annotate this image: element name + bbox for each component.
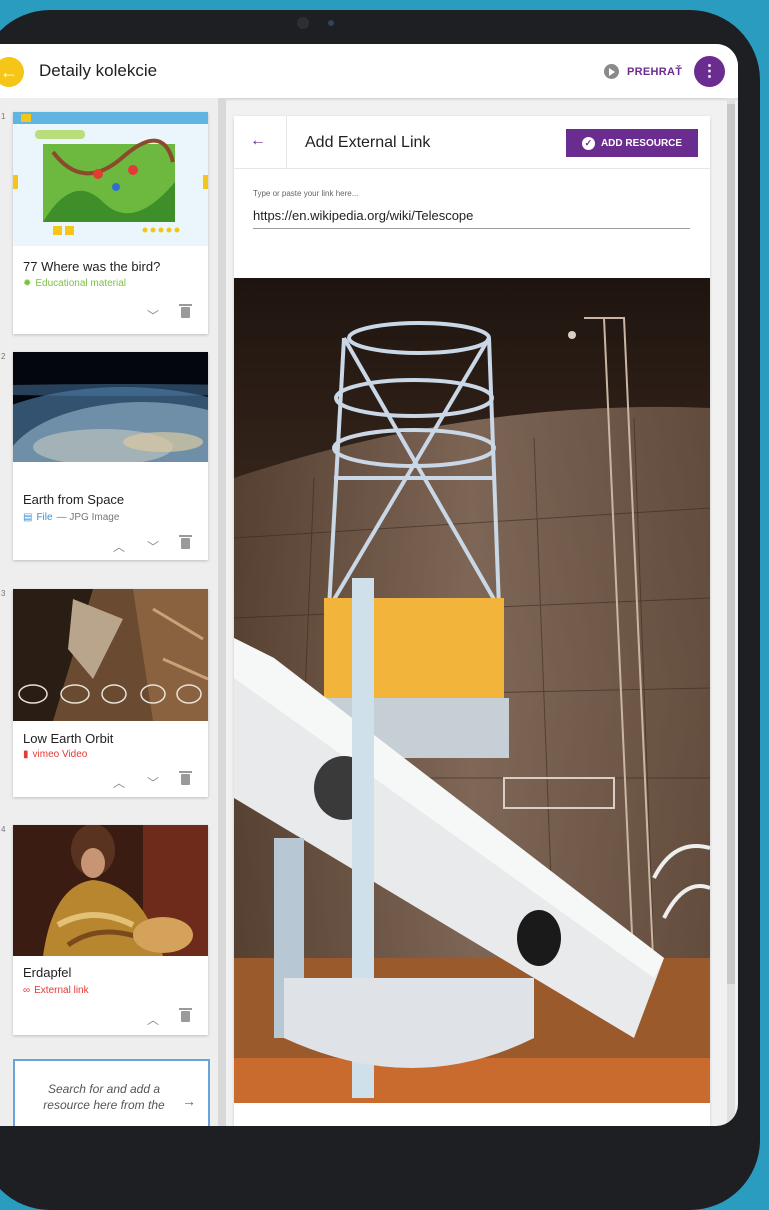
play-button[interactable]: PREHRAŤ <box>604 64 682 79</box>
card-title: 77 Where was the bird? <box>23 259 161 274</box>
puzzle-icon: ✹ <box>23 278 32 289</box>
app-screen: ← Detaily kolekcie PREHRAŤ ⋮ 1 77 Where … <box>0 44 738 1126</box>
panel-title: Add External Link <box>305 134 431 151</box>
move-up-icon[interactable]: ︿ <box>147 1011 159 1028</box>
card-thumbnail <box>13 589 208 721</box>
card-type-label: External link <box>34 985 89 996</box>
back-arrow-icon[interactable]: ← <box>0 57 24 87</box>
move-down-icon[interactable]: ﹀ <box>147 774 159 791</box>
card-type: ✹ Educational material <box>23 278 126 289</box>
collection-card-3[interactable]: 3 Low Earth Orbit ▮ vimeo Video ︿ ﹀ <box>1 589 208 797</box>
card-type: ▮ vimeo Video <box>23 749 87 760</box>
card-type: ▤ File — JPG Image <box>23 512 119 523</box>
card-title: Earth from Space <box>23 492 125 507</box>
card-number: 2 <box>1 352 6 361</box>
card-thumbnail <box>13 112 208 246</box>
add-link-panel: ← Add External Link ✓ ADD RESOURCE Type … <box>234 116 710 1126</box>
card-title: Erdapfel <box>23 965 72 980</box>
card-thumbnail <box>13 825 208 956</box>
delete-icon[interactable] <box>179 535 192 549</box>
search-resource-text: Search for and add a resource here from … <box>43 1082 165 1112</box>
delete-icon[interactable] <box>179 1008 192 1022</box>
panel-scrollbar-thumb[interactable] <box>727 104 735 984</box>
check-circle-icon: ✓ <box>581 136 595 150</box>
card-type-detail: — JPG Image <box>56 512 120 523</box>
link-input[interactable] <box>253 202 690 229</box>
card-actions: ︿ ﹀ <box>113 535 192 555</box>
camera-icon <box>297 17 309 29</box>
app-bar: ← Detaily kolekcie PREHRAŤ ⋮ <box>0 44 738 98</box>
collection-card-4[interactable]: 4 Erdapfel ∞ External link ︿ <box>1 825 208 1035</box>
card-title: Low Earth Orbit <box>23 731 114 746</box>
video-icon: ▮ <box>23 749 29 760</box>
move-down-icon[interactable]: ﹀ <box>147 307 159 324</box>
header-divider <box>286 116 287 168</box>
move-up-icon[interactable]: ︿ <box>113 538 125 555</box>
move-up-icon[interactable]: ︿ <box>113 774 125 791</box>
card-actions: ︿ ﹀ <box>113 771 192 791</box>
card-type-label: Educational material <box>35 278 126 289</box>
arrow-right-icon[interactable]: → <box>182 1093 196 1109</box>
play-label: PREHRAŤ <box>627 65 683 78</box>
link-preview-image <box>234 278 710 1103</box>
sensor-icon <box>328 20 334 26</box>
delete-icon[interactable] <box>179 304 192 318</box>
card-number: 1 <box>1 112 6 121</box>
file-icon: ▤ <box>23 512 33 523</box>
more-menu-button[interactable]: ⋮ <box>694 56 725 87</box>
card-number: 3 <box>1 589 6 598</box>
card-actions: ﹀ <box>147 304 192 324</box>
sidebar-scrollbar[interactable] <box>218 98 226 1126</box>
card-type-label: File <box>36 512 53 523</box>
link-input-label: Type or paste your link here... <box>253 189 359 198</box>
more-vert-icon: ⋮ <box>701 63 718 80</box>
add-resource-label: ADD RESOURCE <box>600 137 683 149</box>
collection-card-1[interactable]: 1 77 Where was the bird? ✹ Educational m… <box>1 112 208 334</box>
back-arrow-icon[interactable]: ← <box>250 132 266 150</box>
search-resource-card[interactable]: Search for and add a resource here from … <box>13 1059 210 1126</box>
card-type-label: vimeo Video <box>32 749 88 760</box>
card-actions: ︿ <box>147 1008 192 1028</box>
card-thumbnail <box>13 352 208 462</box>
add-resource-button[interactable]: ✓ ADD RESOURCE <box>566 129 698 157</box>
delete-icon[interactable] <box>179 771 192 785</box>
play-icon <box>604 64 619 79</box>
move-down-icon[interactable]: ﹀ <box>147 538 159 555</box>
card-type: ∞ External link <box>23 985 89 996</box>
panel-header: ← Add External Link ✓ ADD RESOURCE <box>234 116 710 169</box>
page-title: Detaily kolekcie <box>39 61 158 80</box>
link-icon: ∞ <box>23 985 31 996</box>
card-number: 4 <box>1 825 6 834</box>
collection-card-2[interactable]: 2 Earth from Space ▤ File — JPG Image ︿ … <box>1 352 208 560</box>
